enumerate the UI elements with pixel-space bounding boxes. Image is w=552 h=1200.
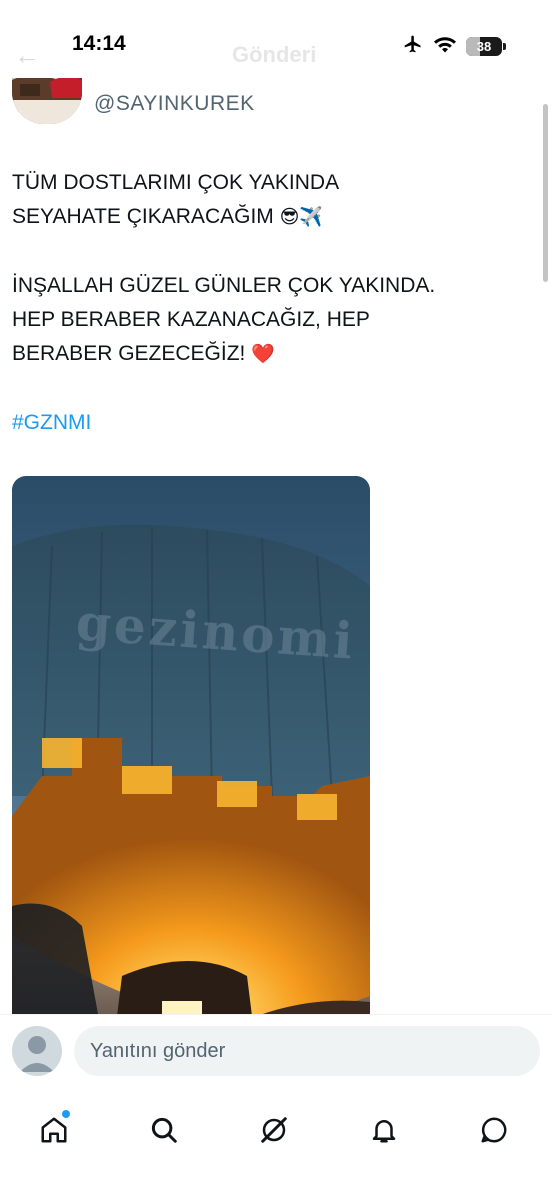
sunglasses-airplane-emoji: 😎✈️ (279, 207, 324, 228)
battery-icon: 38 (466, 37, 506, 56)
notifications-icon[interactable] (354, 1100, 414, 1160)
tweet-line: HEP BERABER KAZANACAĞIZ, HEP (12, 308, 370, 331)
page-title: Gönderi (232, 42, 317, 67)
reply-bar: Yanıtını gönder (0, 1014, 552, 1090)
tweet-line: BERABER GEZECEĞİZ! ❤️ (12, 337, 537, 372)
tweet-line: SEYAHATE ÇIKARACAĞIM 😎✈️ (12, 200, 537, 235)
tweet-line-text: SEYAHATE ÇIKARACAĞIM (12, 205, 274, 228)
search-icon[interactable] (134, 1100, 194, 1160)
heart-emoji: ❤️ (251, 344, 275, 365)
scrollbar[interactable] (543, 104, 548, 282)
status-time: 14:14 (72, 32, 126, 55)
back-arrow-icon[interactable]: ← (14, 40, 40, 71)
home-icon[interactable] (24, 1100, 84, 1160)
hot-air-balloon-image (12, 524, 370, 1036)
tweet-line-text: BERABER GEZECEĞİZ! (12, 342, 246, 365)
battery-level: 38 (476, 39, 492, 54)
battery-cap (503, 43, 506, 50)
home-notification-dot (62, 1110, 70, 1118)
user-avatar-placeholder[interactable] (12, 1026, 62, 1076)
hashtag-link[interactable]: #GZNMI (12, 406, 537, 440)
airplane-mode-icon (402, 34, 424, 59)
tweet-line: TÜM DOSTLARIMI ÇOK YAKINDA (12, 171, 340, 194)
reply-input[interactable]: Yanıtını gönder (74, 1026, 540, 1076)
grok-icon[interactable] (244, 1100, 304, 1160)
wifi-icon (433, 35, 457, 58)
status-bar: ← Gönderi 14:14 38 (0, 0, 552, 78)
tweet-line: İNŞALLAH GÜZEL GÜNLER ÇOK YAKINDA. (12, 274, 436, 297)
status-icons: 38 (402, 34, 506, 59)
tweet-text: TÜM DOSTLARIMI ÇOK YAKINDA SEYAHATE ÇIKA… (12, 166, 537, 440)
user-handle[interactable]: @SAYINKUREK (94, 92, 255, 116)
bottom-navigation (0, 1090, 552, 1200)
messages-icon[interactable] (464, 1100, 524, 1160)
tweet-media-video[interactable]: gezinomi (12, 476, 370, 1036)
